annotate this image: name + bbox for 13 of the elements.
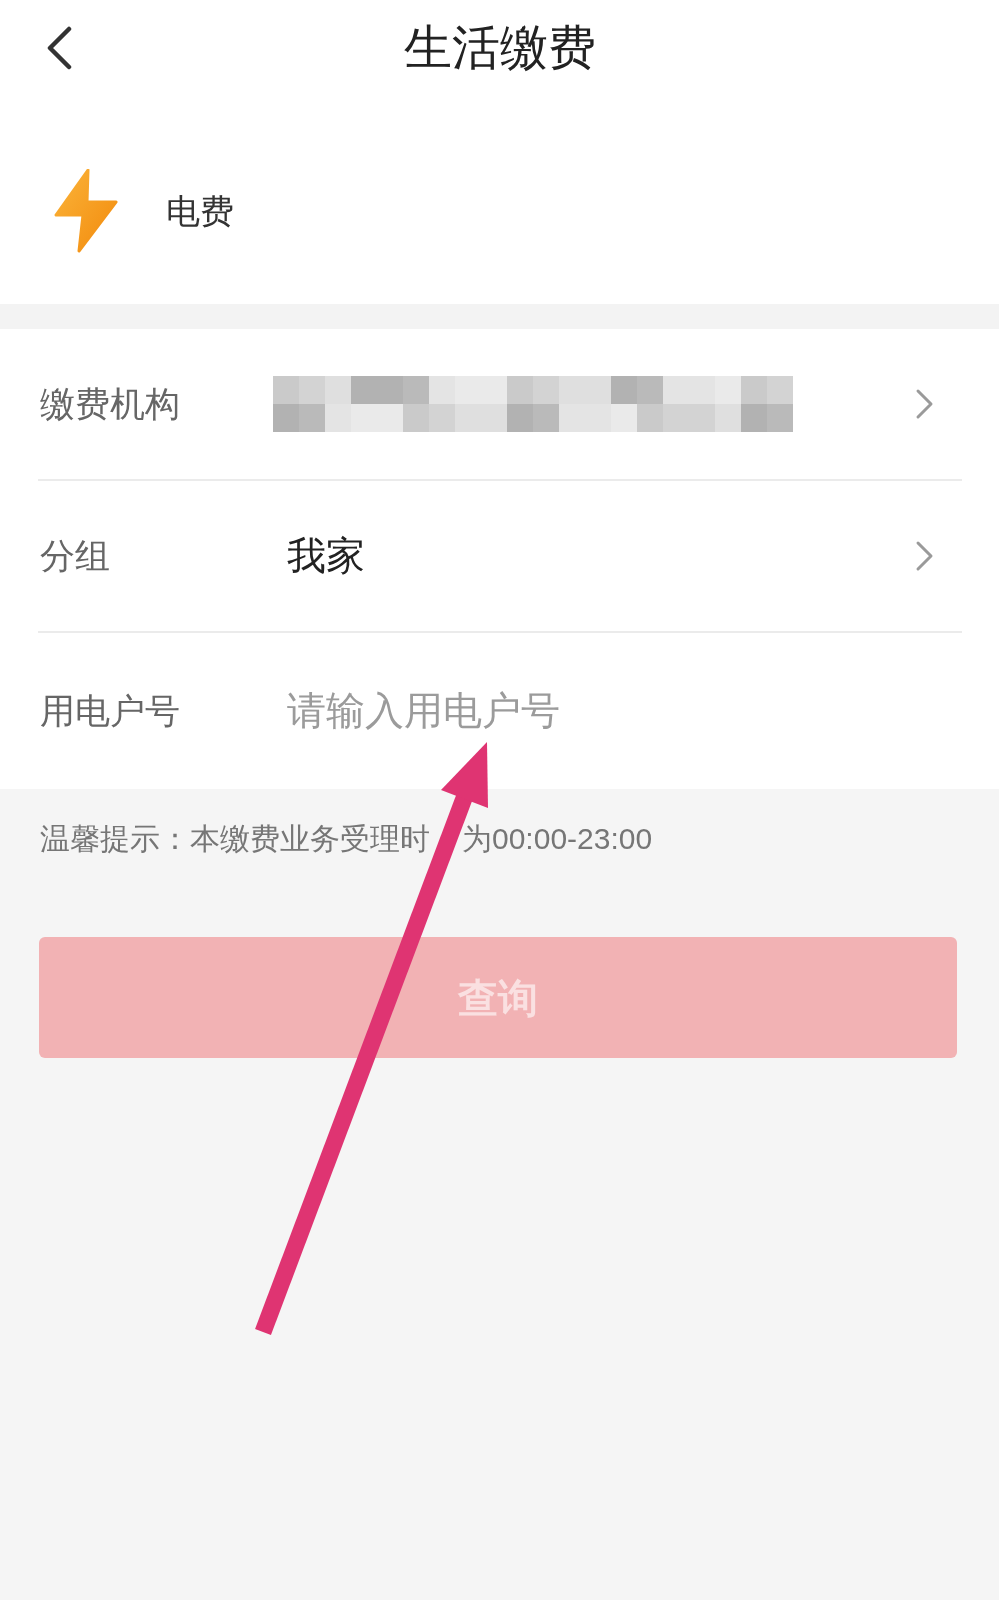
notice-text: 为00:00-23:00	[462, 821, 653, 857]
notice-text: 温馨提示：本缴费业务受理时	[40, 821, 430, 857]
select-value[interactable]: 我家	[287, 531, 365, 581]
lightning-icon	[54, 169, 119, 253]
page-title: 生活缴费	[403, 20, 596, 76]
chevron-right-icon[interactable]	[915, 388, 934, 420]
account-number-field[interactable]: 请输入用电户号	[287, 681, 934, 741]
form-label: 用电户号	[40, 690, 181, 732]
service-name: 电费	[166, 191, 234, 232]
back-icon[interactable]	[45, 26, 73, 70]
form-label: 缴费机构	[40, 383, 181, 425]
chevron-right-icon[interactable]	[915, 540, 934, 572]
form-label: 分组	[40, 535, 111, 577]
